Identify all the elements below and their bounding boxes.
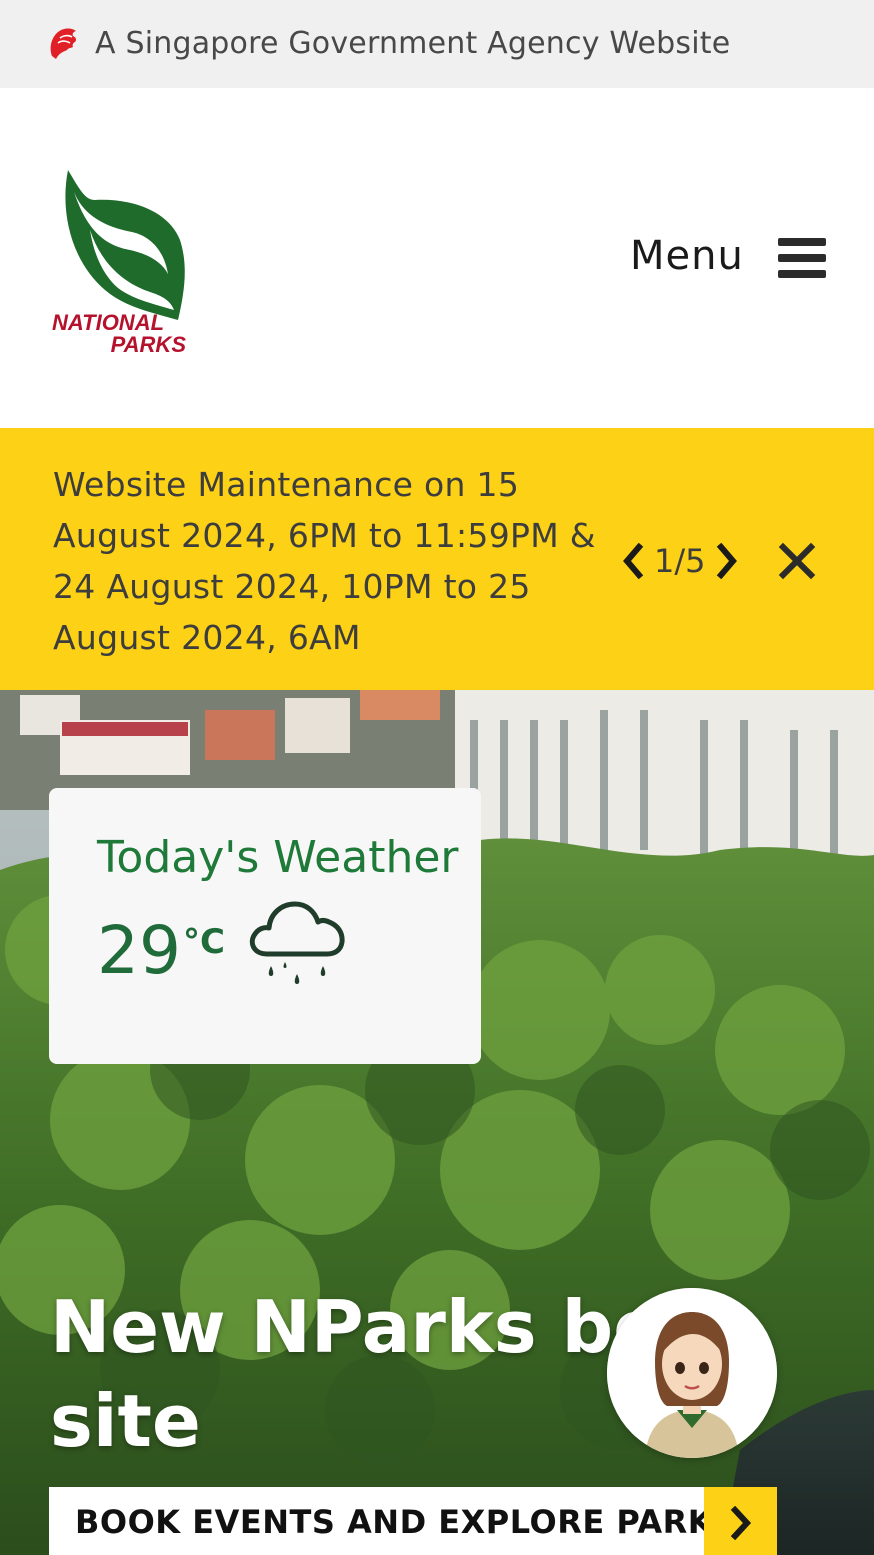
site-header: NATIONAL PARKS Menu: [0, 88, 874, 428]
cta-arrow: [704, 1487, 777, 1555]
book-events-button[interactable]: BOOK EVENTS AND EXPLORE PARKS: [49, 1487, 777, 1555]
logo-line-2: PARKS: [110, 332, 186, 357]
alert-message: Website Maintenance on 15 August 2024, 6…: [53, 465, 596, 657]
menu-label: Menu: [630, 233, 744, 279]
alert-prev-button[interactable]: [618, 541, 648, 581]
close-icon: [778, 542, 816, 580]
hamburger-icon: [778, 238, 826, 278]
weather-temperature: 29: [97, 912, 181, 989]
masthead-text: A Singapore Government Agency Website: [95, 26, 731, 61]
logo-line-1: NATIONAL: [52, 310, 165, 335]
maintenance-alert: Website Maintenance on 15 August 2024, 6…: [0, 428, 874, 690]
logo-wordmark: NATIONAL PARKS: [52, 312, 192, 356]
alert-counter: 1/5: [654, 542, 706, 580]
gov-masthead: A Singapore Government Agency Website: [0, 0, 874, 88]
chevron-right-icon: [716, 543, 737, 579]
menu-button[interactable]: Menu: [630, 226, 826, 286]
chatbot-avatar-button[interactable]: [607, 1288, 777, 1458]
nparks-logo[interactable]: NATIONAL PARKS: [50, 170, 192, 360]
weather-card[interactable]: Today's Weather 29 °C: [49, 788, 481, 1064]
rain-cloud-icon: [249, 901, 345, 984]
lion-head-icon: [50, 28, 77, 59]
alert-pager: 1/5: [618, 536, 742, 586]
weather-unit: °C: [183, 922, 225, 962]
chevron-right-icon: [730, 1506, 751, 1540]
cta-label: BOOK EVENTS AND EXPLORE PARKS: [75, 1503, 737, 1541]
alert-next-button[interactable]: [712, 541, 742, 581]
weather-title: Today's Weather: [97, 832, 459, 883]
alert-close-button[interactable]: [774, 538, 820, 586]
chevron-left-icon: [623, 543, 644, 579]
ranger-avatar-icon: [607, 1288, 777, 1458]
hero-banner: Today's Weather 29 °C New NParks beta si…: [0, 690, 874, 1555]
